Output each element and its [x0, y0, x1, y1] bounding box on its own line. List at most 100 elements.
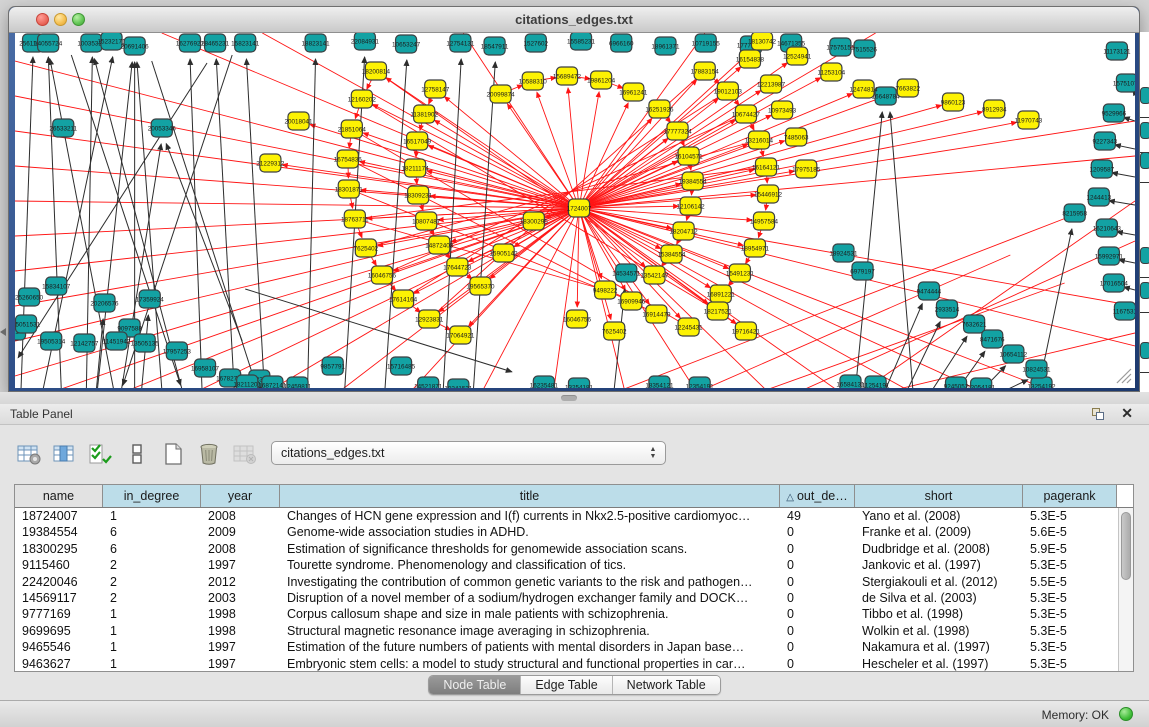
network-node[interactable]: 12459811: [284, 377, 312, 388]
network-node[interactable]: 16961241: [619, 83, 648, 101]
network-node[interactable]: 17975185: [792, 160, 821, 178]
collapse-west-panel-icon[interactable]: [0, 328, 6, 336]
network-node[interactable]: 7515526: [852, 40, 877, 58]
network-node[interactable]: 15446912: [754, 185, 783, 203]
network-node[interactable]: 21229312: [256, 154, 285, 172]
network-node[interactable]: 10807487: [412, 212, 441, 230]
network-node[interactable]: 6979197: [850, 262, 875, 280]
network-node[interactable]: 11253104: [818, 63, 846, 81]
network-node[interactable]: 15834107: [42, 277, 71, 295]
network-node[interactable]: 16754836: [334, 150, 363, 168]
network-node[interactable]: 15051531: [15, 315, 41, 333]
table-selector-dropdown[interactable]: citations_edges.txt ▲▼: [271, 441, 666, 465]
canvas-resize-grip[interactable]: [1117, 369, 1131, 383]
table-select-icon[interactable]: [86, 441, 116, 467]
network-node[interactable]: 9227343: [1093, 132, 1118, 150]
network-node[interactable]: 10241531: [444, 379, 473, 388]
network-node[interactable]: 16909946: [617, 292, 646, 310]
network-node[interactable]: 18823141: [302, 34, 331, 52]
network-node[interactable]: 18130742: [748, 33, 777, 50]
column-header-out_de[interactable]: △out_de…: [780, 485, 855, 507]
tab-network-table[interactable]: Network Table: [613, 676, 720, 694]
network-node[interactable]: 18961371: [651, 37, 680, 55]
network-node[interactable]: 17644723: [443, 258, 472, 276]
network-node[interactable]: 12923831: [415, 310, 444, 328]
network-node[interactable]: 15689472: [553, 67, 582, 85]
table-row[interactable]: 1456911722003Disruption of a novel membe…: [15, 590, 1133, 606]
tab-node-table[interactable]: Node Table: [429, 676, 521, 694]
network-node[interactable]: 17883154: [691, 62, 720, 80]
network-node[interactable]: 9474444: [917, 282, 942, 300]
network-node[interactable]: 10719155: [692, 34, 721, 52]
network-node[interactable]: 17016504: [1100, 274, 1129, 292]
network-node[interactable]: 9857791: [320, 357, 345, 375]
network-node[interactable]: 18763711: [341, 210, 369, 228]
network-node[interactable]: 20099874: [487, 85, 516, 103]
delete-table-disabled-icon[interactable]: [230, 441, 260, 467]
network-node[interactable]: 14534571: [612, 264, 641, 282]
network-node[interactable]: 12754131: [446, 34, 475, 52]
network-node[interactable]: 17064921: [446, 326, 475, 344]
network-node[interactable]: 6966160: [609, 34, 634, 52]
network-node[interactable]: 17614164: [389, 290, 418, 308]
network-node[interactable]: 18204712: [670, 222, 699, 240]
column-header-pagerank[interactable]: pagerank: [1023, 485, 1117, 507]
network-node[interactable]: 11381902: [410, 105, 438, 123]
network-node[interactable]: 7663822: [895, 79, 920, 97]
table-row[interactable]: 1938455462009Genome-wide association stu…: [15, 524, 1133, 540]
close-panel-icon[interactable]: ✕: [1121, 405, 1133, 422]
network-node[interactable]: 9498222: [593, 281, 618, 299]
network-node[interactable]: 19861204: [587, 71, 616, 89]
network-node[interactable]: 19505314: [37, 332, 66, 350]
network-node[interactable]: 16872141: [258, 376, 287, 388]
network-node[interactable]: 14055724: [34, 34, 63, 52]
network-node[interactable]: 20053346: [148, 119, 177, 137]
divider-drag-handle[interactable]: [561, 395, 577, 401]
network-node[interactable]: 16046756: [563, 310, 592, 328]
network-node[interactable]: 15491231: [726, 264, 755, 282]
network-node[interactable]: 14872403: [425, 236, 454, 254]
network-node[interactable]: 12106142: [677, 197, 706, 215]
network-node[interactable]: 16517049: [403, 132, 432, 150]
network-node[interactable]: 15585231: [567, 33, 596, 50]
network-node[interactable]: 1167531: [1113, 302, 1135, 320]
network-node[interactable]: 18354121: [645, 376, 674, 388]
new-document-icon[interactable]: [158, 441, 188, 467]
table-settings-icon[interactable]: [14, 441, 44, 467]
network-node[interactable]: 9860123: [941, 93, 966, 111]
table-row[interactable]: 946362711997Embryonic stem cells: a mode…: [15, 656, 1133, 672]
network-node[interactable]: 13542147: [640, 266, 669, 284]
table-row[interactable]: 946554611997Estimation of the future num…: [15, 639, 1133, 655]
network-node[interactable]: 15823141: [231, 34, 260, 52]
network-node[interactable]: 19012103: [714, 82, 743, 100]
network-view-window[interactable]: citations_edges.txt 25611021140557241003…: [8, 6, 1140, 392]
network-node[interactable]: 10588310: [519, 72, 548, 90]
network-node[interactable]: 17777324: [663, 122, 692, 140]
network-node[interactable]: 12524941: [783, 47, 812, 65]
network-node[interactable]: 13254192: [1027, 377, 1056, 388]
network-node[interactable]: 10674427: [732, 105, 761, 123]
network-node[interactable]: 8471676: [980, 330, 1005, 348]
network-node[interactable]: 22084931: [351, 33, 380, 50]
network-node[interactable]: 17359924: [136, 290, 165, 308]
table-scrollbar[interactable]: [1118, 508, 1133, 671]
network-node[interactable]: 18954971: [741, 239, 770, 257]
network-node[interactable]: 18200814: [362, 62, 391, 80]
delete-icon[interactable]: [194, 441, 224, 467]
column-header-year[interactable]: year: [201, 485, 280, 507]
rows-icon[interactable]: [122, 441, 152, 467]
network-node[interactable]: 18301871: [335, 180, 364, 198]
network-node[interactable]: 20018041: [284, 112, 313, 130]
network-node[interactable]: 8912934: [982, 100, 1007, 118]
column-header-name[interactable]: name: [15, 485, 103, 507]
column-header-title[interactable]: title: [280, 485, 780, 507]
network-node[interactable]: 17957253: [163, 342, 192, 360]
network-node[interactable]: 20206576: [90, 294, 119, 312]
network-node[interactable]: 16210643: [1093, 219, 1122, 237]
network-node[interactable]: 16584131: [836, 375, 865, 388]
tab-edge-table[interactable]: Edge Table: [521, 676, 612, 694]
network-node[interactable]: 11970743: [1015, 111, 1043, 129]
network-node[interactable]: 1527602: [523, 34, 548, 52]
network-node[interactable]: 12245431: [675, 318, 704, 336]
network-node[interactable]: 16046756: [368, 266, 397, 284]
